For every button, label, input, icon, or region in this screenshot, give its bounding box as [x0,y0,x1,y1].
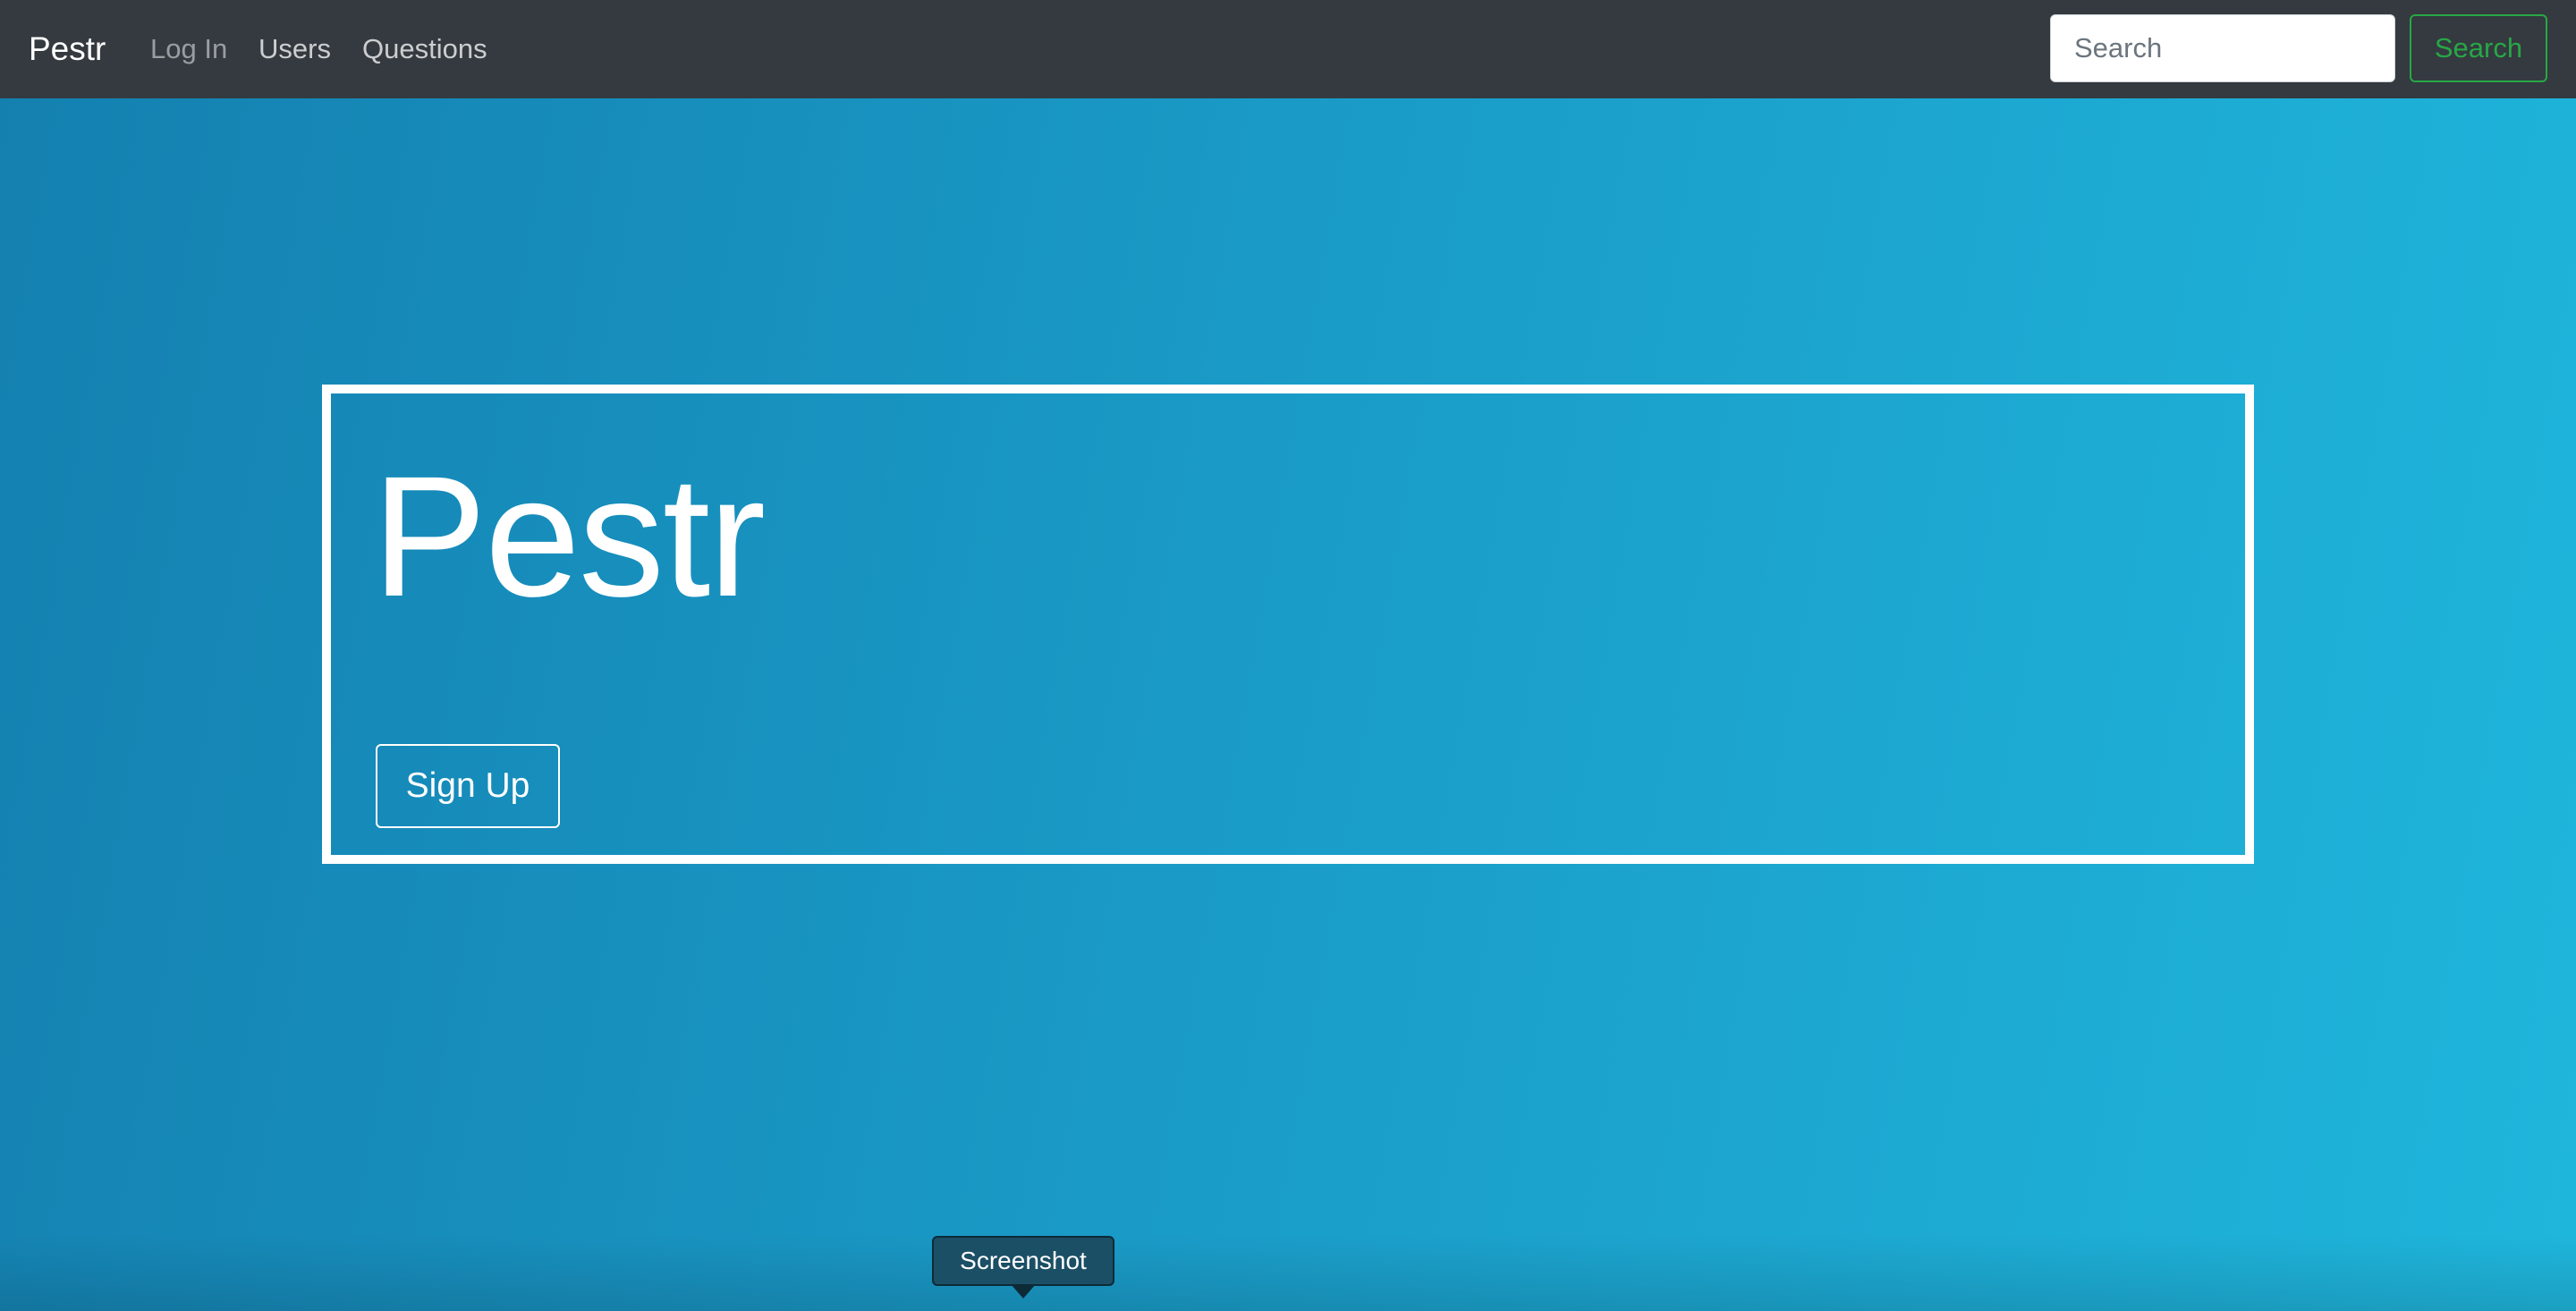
screenshot-tooltip: Screenshot [932,1236,1114,1286]
brand-link[interactable]: Pestr [29,27,106,72]
tooltip-arrow [1011,1284,1036,1298]
search-input[interactable] [2050,14,2395,82]
sign-up-button[interactable]: Sign Up [376,744,560,828]
nav-link-questions[interactable]: Questions [362,29,487,70]
hero-title: Pestr [372,440,766,632]
search-button[interactable]: Search [2410,14,2547,82]
nav-link-users[interactable]: Users [258,29,331,70]
nav-link-log-in[interactable]: Log In [150,29,227,70]
hero-jumbotron: Pestr Sign Up [322,385,2254,864]
top-navbar: Pestr Log In Users Questions Search [0,0,2576,98]
dock-shadow [0,1234,2576,1311]
